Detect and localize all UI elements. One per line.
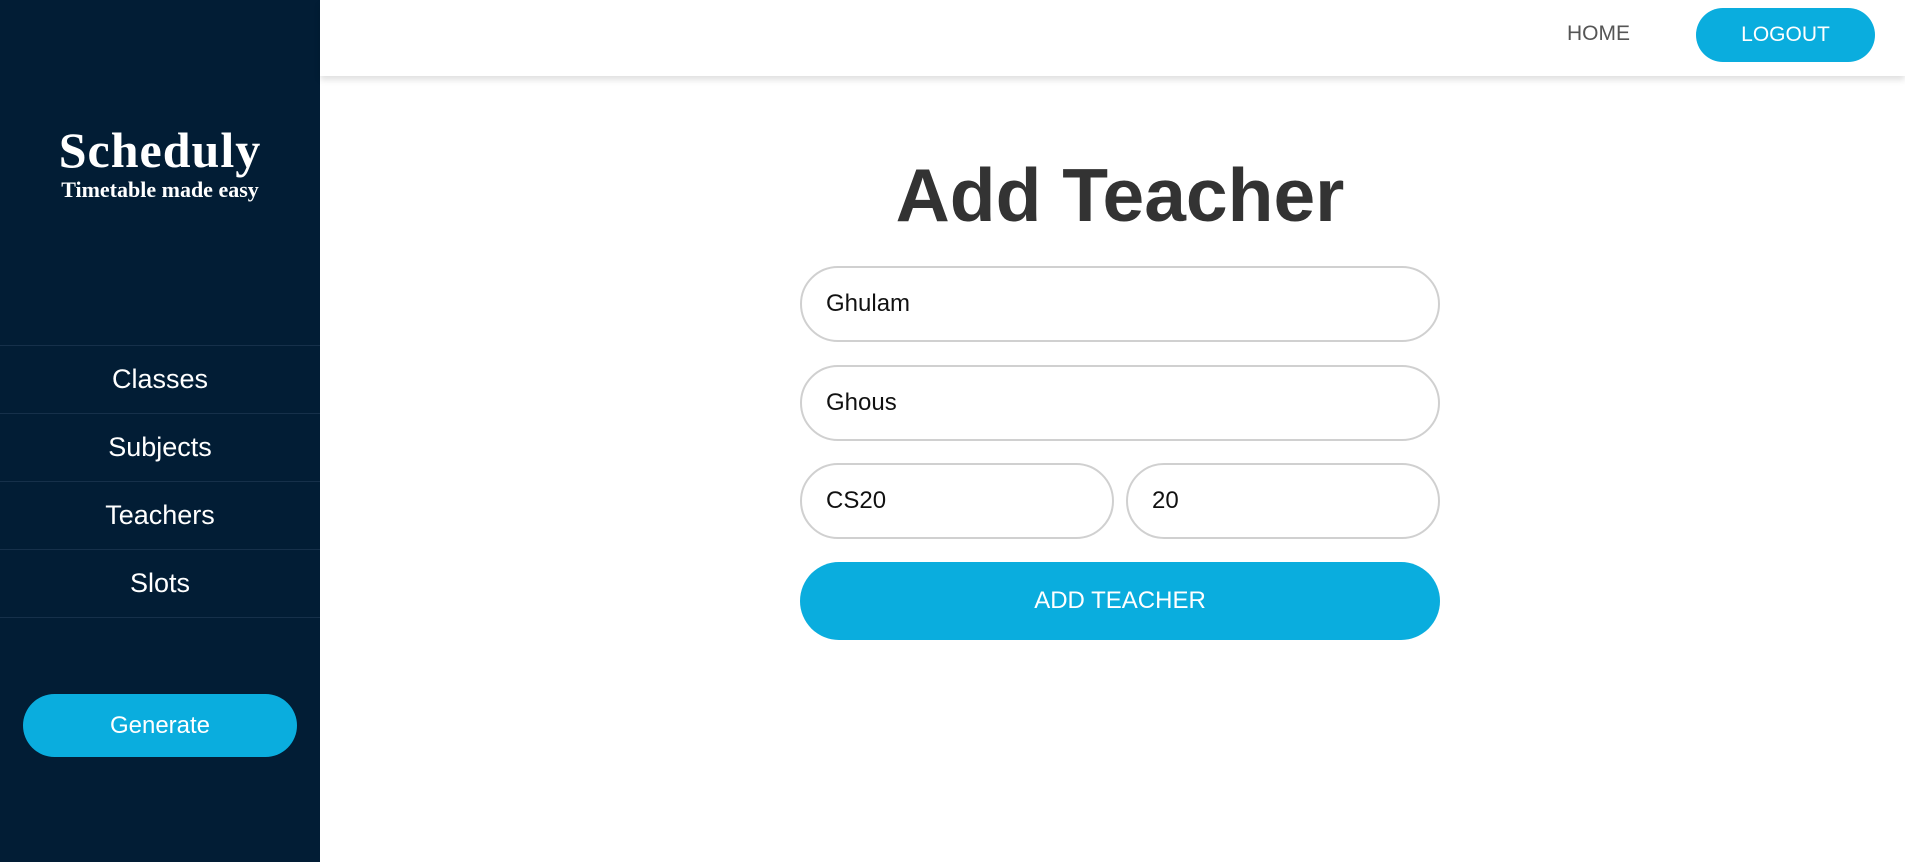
teacher-code-field[interactable] bbox=[800, 463, 1114, 539]
logout-button[interactable]: LOGOUT bbox=[1696, 8, 1875, 62]
sidebar-item-subjects[interactable]: Subjects bbox=[0, 413, 320, 481]
sidebar: Scheduly Timetable made easy Classes Sub… bbox=[0, 0, 320, 862]
sidebar-item-teachers[interactable]: Teachers bbox=[0, 481, 320, 549]
home-link[interactable]: HOME bbox=[1567, 22, 1630, 46]
brand-name: Scheduly bbox=[58, 122, 262, 178]
sidebar-item-classes[interactable]: Classes bbox=[0, 345, 320, 413]
code-number-row bbox=[800, 463, 1440, 539]
sidebar-item-slots[interactable]: Slots bbox=[0, 549, 320, 618]
main-content: Add Teacher ADD TEACHER bbox=[320, 76, 1905, 862]
sidebar-nav: Classes Subjects Teachers Slots bbox=[0, 345, 320, 618]
top-bar: HOME LOGOUT bbox=[320, 0, 1905, 76]
teacher-number-field[interactable] bbox=[1126, 463, 1440, 539]
last-name-field[interactable] bbox=[800, 365, 1440, 441]
add-teacher-button[interactable]: ADD TEACHER bbox=[800, 562, 1440, 640]
generate-button[interactable]: Generate bbox=[23, 694, 297, 757]
app-root: Scheduly Timetable made easy Classes Sub… bbox=[0, 0, 1905, 862]
brand-tagline: Timetable made easy bbox=[61, 177, 259, 202]
first-name-field[interactable] bbox=[800, 266, 1440, 342]
page-title: Add Teacher bbox=[895, 153, 1345, 237]
brand: Scheduly Timetable made easy bbox=[0, 122, 320, 202]
